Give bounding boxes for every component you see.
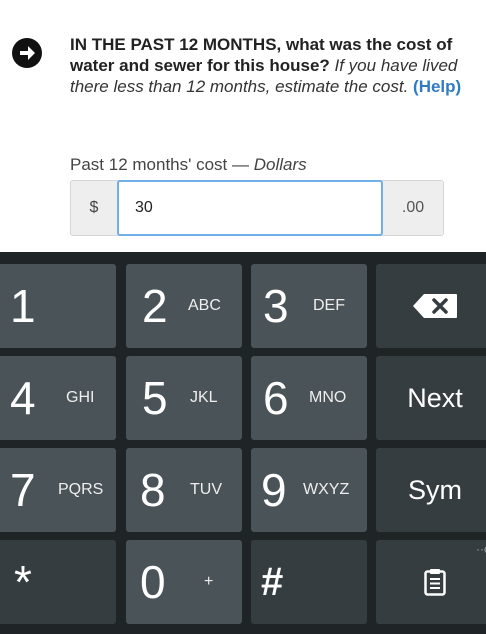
star-key-label: * bbox=[14, 556, 32, 608]
key-2-letters: ABC bbox=[188, 297, 221, 314]
key-1-digit: 1 bbox=[10, 280, 36, 332]
key-4[interactable]: 4 GHI bbox=[0, 356, 116, 440]
key-3-letters: DEF bbox=[313, 297, 345, 314]
clipboard-icon bbox=[376, 540, 486, 624]
arrow-right-icon bbox=[12, 38, 42, 68]
key-7-letters: PQRS bbox=[58, 481, 104, 498]
hash-key[interactable]: # bbox=[251, 540, 367, 624]
numeric-keyboard: 1 2 ABC 3 DEF 4 GHI 5 JKL 6 MNO Next 7 P… bbox=[0, 252, 486, 634]
key-9-letters: WXYZ bbox=[303, 481, 350, 498]
key-0[interactable]: 0 + bbox=[126, 540, 242, 624]
key-5-digit: 5 bbox=[142, 372, 168, 424]
key-3-digit: 3 bbox=[263, 280, 289, 332]
key-9[interactable]: 9 WXYZ bbox=[251, 448, 367, 532]
key-2-digit: 2 bbox=[142, 280, 168, 332]
key-6-letters: MNO bbox=[309, 389, 347, 406]
key-6-digit: 6 bbox=[263, 372, 289, 424]
next-key-label: Next bbox=[407, 383, 463, 413]
field-label: Past 12 months' cost — Dollars bbox=[70, 155, 307, 175]
cost-input[interactable] bbox=[117, 180, 383, 236]
star-key[interactable]: * bbox=[0, 540, 116, 624]
field-label-unit: Dollars bbox=[253, 155, 307, 174]
help-link[interactable]: (Help) bbox=[413, 77, 461, 96]
key-8-letters: TUV bbox=[190, 481, 222, 498]
question-text: IN THE PAST 12 MONTHS, what was the cost… bbox=[70, 34, 470, 97]
key-5[interactable]: 5 JKL bbox=[126, 356, 242, 440]
key-7[interactable]: 7 PQRS bbox=[0, 448, 116, 532]
key-7-digit: 7 bbox=[10, 464, 36, 516]
key-4-letters: GHI bbox=[66, 389, 95, 406]
backspace-icon bbox=[376, 264, 486, 348]
key-0-digit: 0 bbox=[140, 556, 166, 608]
cost-input-group: $ .00 bbox=[70, 180, 444, 236]
clipboard-key[interactable]: ··c bbox=[376, 540, 486, 624]
dollar-prefix: $ bbox=[89, 199, 99, 216]
key-1[interactable]: 1 bbox=[0, 264, 116, 348]
key-4-digit: 4 bbox=[10, 372, 36, 424]
key-2[interactable]: 2 ABC bbox=[126, 264, 242, 348]
next-key[interactable]: Next bbox=[376, 356, 486, 440]
key-6[interactable]: 6 MNO bbox=[251, 356, 367, 440]
key-0-plus: + bbox=[204, 573, 214, 590]
key-9-digit: 9 bbox=[261, 464, 287, 516]
key-5-letters: JKL bbox=[190, 389, 218, 406]
survey-question-panel: IN THE PAST 12 MONTHS, what was the cost… bbox=[0, 0, 486, 252]
sym-key-label: Sym bbox=[408, 475, 462, 505]
field-label-text: Past 12 months' cost — bbox=[70, 155, 254, 174]
key-8-digit: 8 bbox=[140, 464, 166, 516]
sym-key[interactable]: Sym bbox=[376, 448, 486, 532]
key-3[interactable]: 3 DEF bbox=[251, 264, 367, 348]
cents-suffix: .00 bbox=[401, 199, 425, 216]
key-8[interactable]: 8 TUV bbox=[126, 448, 242, 532]
backspace-key[interactable] bbox=[376, 264, 486, 348]
hash-key-label: # bbox=[261, 560, 284, 604]
